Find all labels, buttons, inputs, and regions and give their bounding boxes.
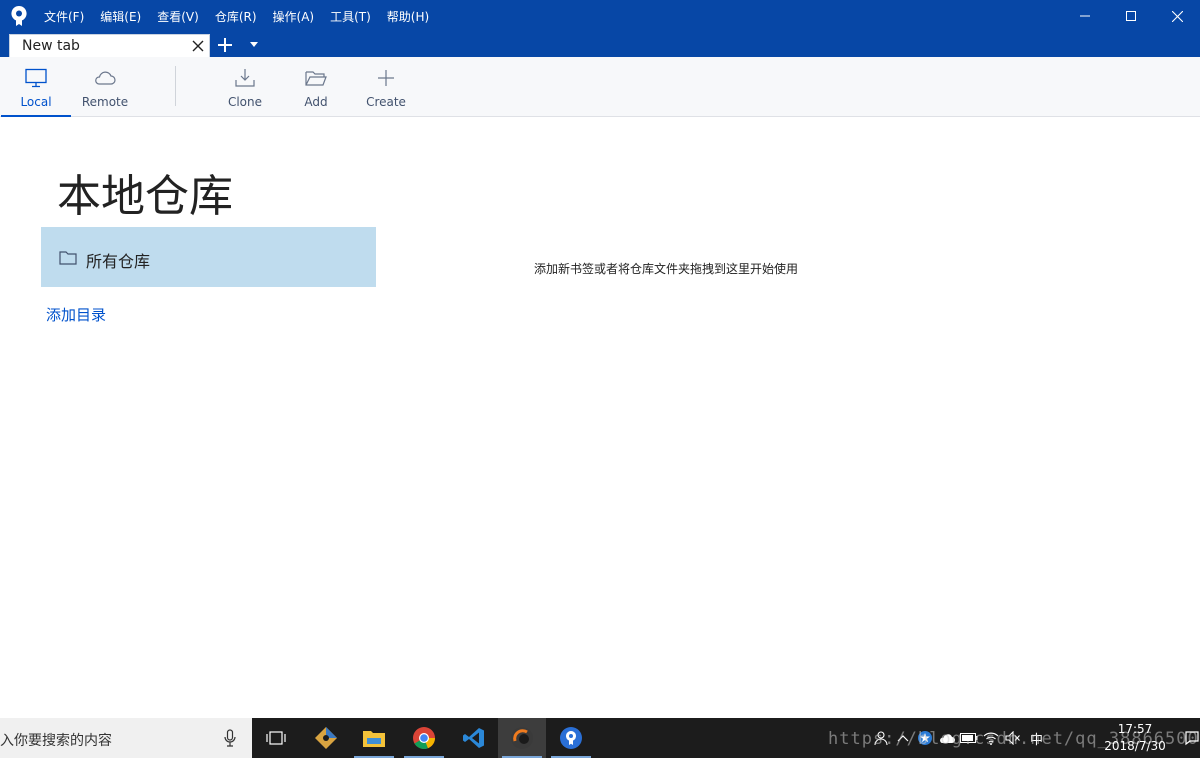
menu-edit[interactable]: 编辑(E) (100, 8, 141, 25)
clone-label: Clone (227, 95, 263, 109)
monitor-icon (25, 68, 47, 88)
taskbar-app-active[interactable] (498, 718, 546, 758)
plus-icon (378, 70, 394, 86)
close-window-button[interactable] (1154, 0, 1200, 32)
tab-close-icon[interactable] (192, 40, 204, 52)
download-icon (235, 69, 255, 87)
minimize-icon (1080, 15, 1090, 17)
menu-help[interactable]: 帮助(H) (387, 8, 429, 25)
task-view-icon (266, 731, 286, 745)
menu-view[interactable]: 查看(V) (157, 8, 199, 25)
menu-actions[interactable]: 操作(A) (273, 8, 315, 25)
sourcetree-logo-icon[interactable] (10, 5, 28, 27)
title-bar: 文件(F) 编辑(E) 查看(V) 仓库(R) 操作(A) 工具(T) 帮助(H… (0, 0, 1200, 32)
page-title: 本地仓库 (57, 171, 233, 222)
sourcetree-app-icon (560, 727, 582, 749)
menu-bar: 文件(F) 编辑(E) 查看(V) 仓库(R) 操作(A) 工具(T) 帮助(H… (36, 0, 437, 32)
tab-label: New tab (22, 38, 80, 54)
menu-file[interactable]: 文件(F) (44, 8, 84, 25)
add-directory-link[interactable]: 添加目录 (46, 304, 106, 325)
menu-tools[interactable]: 工具(T) (330, 8, 371, 25)
local-label: Local (20, 95, 52, 109)
chrome-icon (413, 727, 435, 749)
window-controls (1062, 0, 1200, 32)
remote-label: Remote (81, 95, 129, 109)
close-icon (1171, 10, 1183, 22)
toolbar-divider (175, 66, 176, 106)
tab-dropdown-icon[interactable] (249, 41, 259, 49)
clone-button[interactable]: Clone (210, 57, 280, 116)
tab-new[interactable]: New tab (9, 34, 210, 57)
maximize-button[interactable] (1108, 0, 1154, 32)
taskbar-app-git[interactable] (302, 718, 350, 758)
notification-icon[interactable] (1184, 730, 1200, 746)
local-button[interactable]: Local (1, 57, 71, 117)
clock[interactable]: 17:57 2018/7/30 (1100, 721, 1170, 755)
microphone-icon[interactable] (224, 729, 236, 747)
task-view-button[interactable] (252, 718, 300, 758)
app-orb-icon (511, 727, 533, 749)
taskbar: 入你要搜索的内容 中 https://blog.csdn.net/qq_3886… (0, 718, 1200, 758)
clock-date: 2018/7/30 (1104, 739, 1166, 753)
cloud-icon (95, 71, 116, 85)
taskbar-app-explorer[interactable] (350, 718, 398, 758)
taskbar-app-sourcetree[interactable] (547, 718, 595, 758)
create-button[interactable]: Create (351, 57, 421, 116)
repo-group-label: 所有仓库 (86, 252, 151, 271)
add-button[interactable]: Add (281, 57, 351, 116)
create-label: Create (366, 95, 406, 109)
maximize-icon (1126, 11, 1136, 21)
folder-open-icon (305, 71, 327, 86)
add-label: Add (304, 95, 328, 109)
folder-icon (59, 251, 77, 265)
taskbar-search[interactable]: 入你要搜索的内容 (0, 718, 252, 758)
add-tab-icon[interactable] (216, 36, 234, 54)
repo-group-all[interactable]: 所有仓库 (41, 227, 376, 287)
menu-repository[interactable]: 仓库(R) (215, 8, 257, 25)
vscode-icon (463, 728, 484, 748)
empty-state-hint: 添加新书签或者将仓库文件夹拖拽到这里开始使用 (534, 262, 799, 276)
minimize-button[interactable] (1062, 0, 1108, 32)
taskbar-app-vscode[interactable] (450, 718, 498, 758)
file-explorer-icon (363, 731, 385, 747)
tab-strip: New tab (0, 32, 1200, 57)
git-app-icon (315, 727, 337, 749)
toolbar: Local Remote Clone Add Create (0, 57, 1200, 117)
taskbar-app-chrome[interactable] (400, 718, 448, 758)
clock-time: 17:57 (1117, 722, 1153, 736)
search-placeholder: 入你要搜索的内容 (0, 733, 112, 749)
remote-button[interactable]: Remote (70, 57, 140, 116)
